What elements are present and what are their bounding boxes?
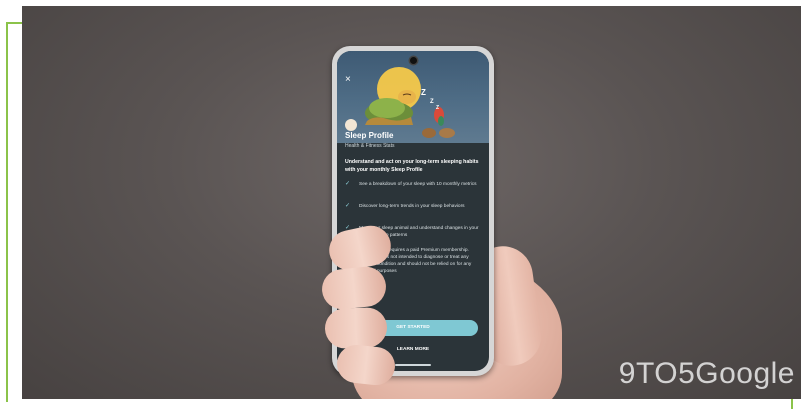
mushroom-shape [422, 128, 436, 138]
front-camera [410, 57, 417, 64]
animal-head [398, 90, 416, 104]
page-title: Sleep Profile [345, 131, 394, 140]
small-creature-shape [345, 119, 357, 131]
sleep-animal-illustration: Z Z Z [345, 67, 455, 138]
feature-text: See a breakdown of your sleep with 10 mo… [359, 182, 477, 187]
check-icon: ✓ [345, 203, 351, 209]
bird-wing [438, 116, 444, 126]
mushroom-shape [439, 128, 455, 138]
sleep-z-letter: Z [430, 99, 434, 105]
page-subtitle: Health & Fitness Stats [345, 143, 395, 149]
intro-text: Understand and act on your long-term sle… [345, 159, 479, 173]
gesture-bar[interactable] [395, 364, 431, 366]
photo: Z Z Z × Sleep Profile Health & Fitness S… [22, 6, 801, 399]
header-illustration: Z Z Z [337, 51, 489, 143]
watermark: 9TO5Google [618, 357, 795, 390]
sleep-z-letter: Z [436, 105, 439, 111]
hand-finger [324, 306, 388, 350]
sleep-z-letter: Z [421, 88, 426, 97]
frame-line-right [791, 398, 793, 409]
animal-back [369, 98, 405, 118]
feature-text: Discover long-term trends in your sleep … [359, 204, 465, 209]
check-icon: ✓ [345, 181, 351, 187]
close-icon[interactable]: × [345, 75, 351, 85]
frame-line-left [6, 22, 8, 402]
